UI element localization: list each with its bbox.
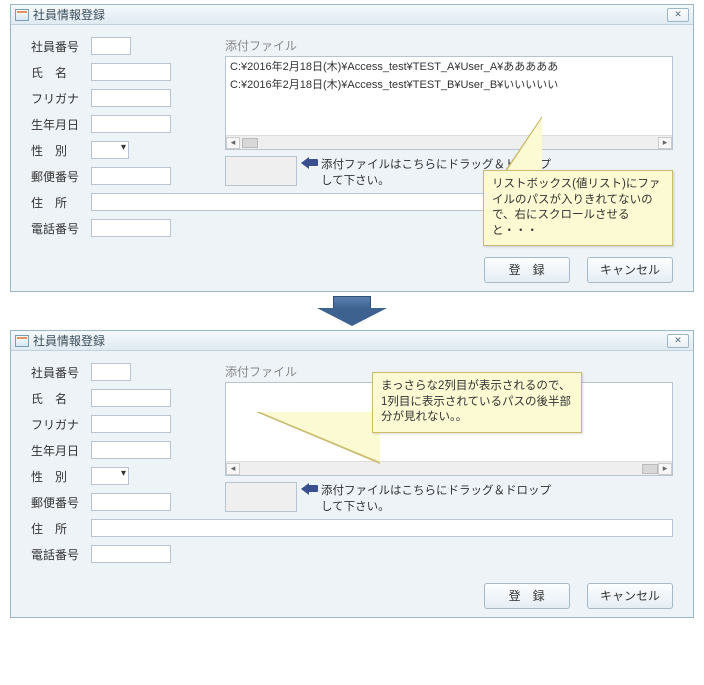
label-sex: 性 別 (31, 468, 91, 485)
drop-target[interactable] (225, 482, 297, 512)
register-button[interactable]: 登 録 (484, 583, 570, 609)
drop-target[interactable] (225, 156, 297, 186)
form-body: 社員番号 氏 名 フリガナ 生年月日 性 別 郵便番号 添付ファイル C:¥20… (11, 25, 693, 299)
titlebar: 社員情報登録 ✕ (11, 5, 693, 25)
label-postal: 郵便番号 (31, 168, 91, 185)
sex-select[interactable] (91, 141, 129, 159)
address-input[interactable] (91, 519, 673, 537)
emp-no-input[interactable] (91, 37, 131, 55)
cancel-button[interactable]: キャンセル (587, 583, 673, 609)
birth-input[interactable] (91, 441, 171, 459)
window-title: 社員情報登録 (33, 6, 667, 23)
birth-input[interactable] (91, 115, 171, 133)
label-postal: 郵便番号 (31, 494, 91, 511)
label-phone: 電話番号 (31, 546, 91, 563)
drop-text: 添付ファイルはこちらにドラッグ＆ドロップして下さい。 (321, 482, 551, 514)
form-icon (15, 335, 29, 347)
list-item[interactable]: C:¥2016年2月18日(木)¥Access_test¥TEST_B¥User… (226, 75, 672, 93)
callout-lower: まっさらな2列目が表示されるので、1列目に表示されているパスの後半部分が見れない… (372, 372, 582, 433)
phone-input[interactable] (91, 545, 171, 563)
name-input[interactable] (91, 63, 171, 81)
form-body: 社員番号 氏 名 フリガナ 生年月日 性 別 郵便番号 添付ファイル ◂ (11, 351, 693, 625)
employee-form-window-before: 社員情報登録 ✕ 社員番号 氏 名 フリガナ 生年月日 性 別 郵便番号 添付フ… (10, 4, 694, 292)
name-input[interactable] (91, 389, 171, 407)
callout-upper: リストボックス(値リスト)にファイルのパスが入りきれてないので、右にスクロールさ… (483, 170, 673, 246)
label-kana: フリガナ (31, 416, 91, 433)
label-name: 氏 名 (31, 64, 91, 81)
label-kana: フリガナ (31, 90, 91, 107)
list-item[interactable]: C:¥2016年2月18日(木)¥Access_test¥TEST_A¥User… (226, 57, 672, 75)
label-address: 住 所 (31, 194, 91, 211)
down-arrow-icon (317, 296, 387, 326)
label-emp-no: 社員番号 (31, 364, 91, 381)
employee-form-window-after: 社員情報登録 ✕ 社員番号 氏 名 フリガナ 生年月日 性 別 郵便番号 添付フ… (10, 330, 694, 618)
postal-input[interactable] (91, 167, 171, 185)
label-emp-no: 社員番号 (31, 38, 91, 55)
scroll-thumb[interactable] (642, 464, 658, 474)
sex-select[interactable] (91, 467, 129, 485)
kana-input[interactable] (91, 89, 171, 107)
label-address: 住 所 (31, 520, 91, 537)
close-button[interactable]: ✕ (667, 8, 689, 22)
close-button[interactable]: ✕ (667, 334, 689, 348)
postal-input[interactable] (91, 493, 171, 511)
phone-input[interactable] (91, 219, 171, 237)
label-birth: 生年月日 (31, 442, 91, 459)
scroll-left-icon[interactable]: ◂ (226, 463, 240, 475)
register-button[interactable]: 登 録 (484, 257, 570, 283)
label-phone: 電話番号 (31, 220, 91, 237)
kana-input[interactable] (91, 415, 171, 433)
label-attach: 添付ファイル (225, 37, 673, 54)
left-arrow-icon (301, 482, 319, 496)
label-birth: 生年月日 (31, 116, 91, 133)
scroll-right-icon[interactable]: ▸ (658, 137, 672, 149)
emp-no-input[interactable] (91, 363, 131, 381)
titlebar: 社員情報登録 ✕ (11, 331, 693, 351)
scroll-right-icon[interactable]: ▸ (658, 463, 672, 475)
scroll-left-icon[interactable]: ◂ (226, 137, 240, 149)
left-arrow-icon (301, 156, 319, 170)
scroll-thumb[interactable] (242, 138, 258, 148)
label-name: 氏 名 (31, 390, 91, 407)
label-sex: 性 別 (31, 142, 91, 159)
drop-instruction: 添付ファイルはこちらにドラッグ＆ドロップして下さい。 (297, 482, 551, 514)
horizontal-scrollbar[interactable]: ◂ ▸ (226, 135, 672, 149)
cancel-button[interactable]: キャンセル (587, 257, 673, 283)
form-icon (15, 9, 29, 21)
attachments-listbox[interactable]: C:¥2016年2月18日(木)¥Access_test¥TEST_A¥User… (225, 56, 673, 150)
window-title: 社員情報登録 (33, 332, 667, 349)
